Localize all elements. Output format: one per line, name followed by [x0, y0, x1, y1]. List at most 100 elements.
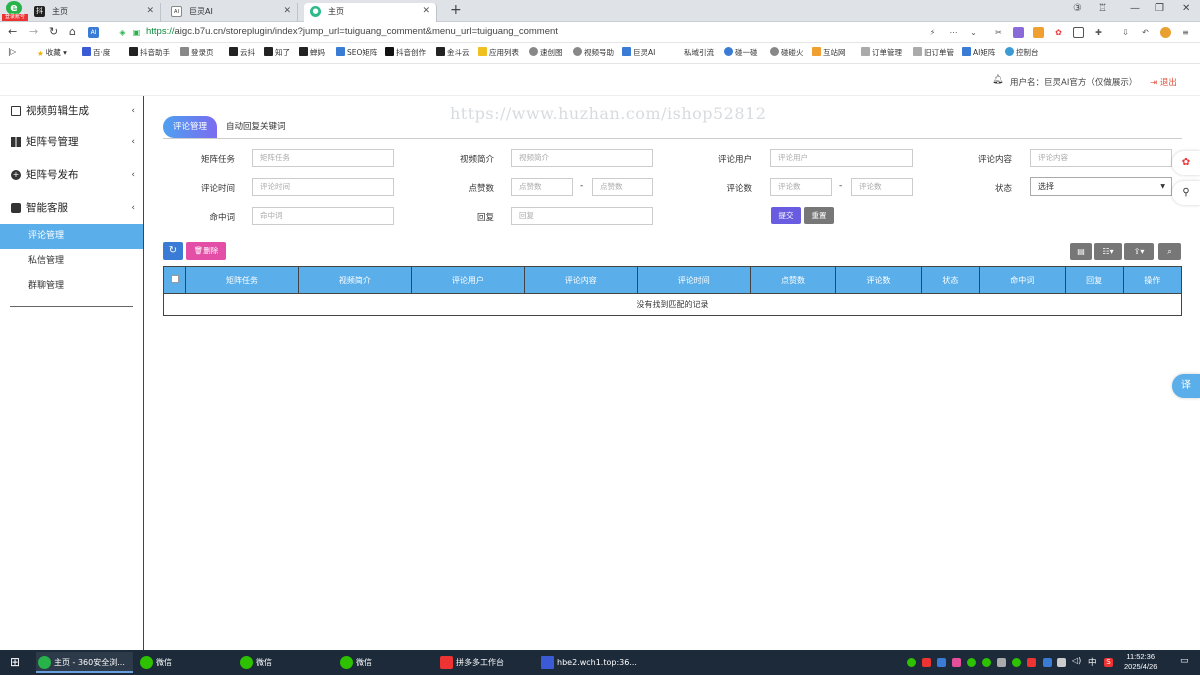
wechat-tray-icon[interactable]	[967, 658, 976, 667]
hit-word-input[interactable]: 命中词	[252, 207, 394, 225]
tab-home-1[interactable]: 抖 主页 ✕	[28, 3, 161, 22]
taskbar-clock[interactable]: 11:52:36 2025/4/26	[1124, 652, 1157, 672]
extension-icon[interactable]: ✿	[1053, 27, 1064, 38]
tab-comment-manage[interactable]: 评论管理	[163, 116, 218, 138]
taskbar-browser[interactable]: 主页 - 360安全浏...	[36, 652, 133, 673]
reload-icon[interactable]: ↻	[49, 25, 58, 38]
sidebar-item-smart-service[interactable]: 智能客服 ‹	[0, 195, 143, 221]
bookmark-item[interactable]: AI矩阵	[962, 47, 995, 58]
bookmark-item[interactable]: 互站网	[812, 47, 846, 58]
ime-indicator[interactable]: 中	[1088, 656, 1097, 668]
bookmark-item[interactable]: 登录页	[180, 47, 214, 58]
notification-icon[interactable]: ▭	[1180, 656, 1189, 666]
export-button[interactable]: ⇪▾	[1124, 243, 1154, 260]
tray-icon[interactable]	[1027, 658, 1036, 667]
shield-icon[interactable]: ◈	[117, 27, 128, 38]
taskbar-pinduoduo[interactable]: 拼多多工作台	[438, 652, 535, 673]
tray-icon[interactable]	[937, 658, 946, 667]
comment-count-min-input[interactable]: 评论数	[770, 178, 832, 196]
extension-icon[interactable]	[1073, 27, 1084, 38]
comment-count-max-input[interactable]: 评论数	[851, 178, 913, 196]
bookmark-item[interactable]: 控制台	[1005, 47, 1039, 58]
bookmark-item[interactable]: 蝉妈	[299, 47, 325, 58]
bookmark-item[interactable]: 云抖	[229, 47, 255, 58]
windows-start-icon[interactable]: ⊞	[4, 652, 20, 673]
chevron-down-icon[interactable]: ⌄	[968, 27, 979, 38]
tray-icon[interactable]	[1057, 658, 1066, 667]
column-header[interactable]: 状态	[920, 266, 980, 294]
maximize-icon[interactable]: ❐	[1155, 3, 1164, 14]
ai-shortcut-icon[interactable]: AI	[88, 27, 99, 38]
tray-icon[interactable]	[922, 658, 931, 667]
toggle-view-button[interactable]: ▤	[1070, 243, 1092, 260]
bell-icon[interactable]: 🔔︎	[992, 75, 1003, 85]
bookmark-item[interactable]: 巨灵AI	[622, 47, 655, 58]
comment-user-input[interactable]: 评论用户	[770, 149, 913, 167]
column-header[interactable]: 评论内容	[523, 266, 638, 294]
menu-icon[interactable]: ≡	[1180, 27, 1191, 38]
bookmark-item[interactable]: 抖音创作	[385, 47, 426, 58]
sidebar-item-group-manage[interactable]: 群聊管理	[0, 274, 143, 299]
column-header[interactable]: 评论时间	[636, 266, 751, 294]
refresh-button[interactable]: ↻	[163, 242, 183, 260]
sidebar-item-video-edit[interactable]: 视频剪辑生成 ‹	[0, 98, 143, 124]
close-window-icon[interactable]: ✕	[1182, 3, 1190, 14]
bookmark-item[interactable]: 旧订单管	[913, 47, 954, 58]
bookmark-item[interactable]: 私域引流	[684, 47, 714, 58]
bookmark-item[interactable]: 应用列表	[478, 47, 519, 58]
submit-button[interactable]: 提交	[771, 207, 801, 224]
sidebar-item-dm-manage[interactable]: 私信管理	[0, 249, 143, 274]
video-intro-input[interactable]: 视频简介	[511, 149, 653, 167]
bookmark-item[interactable]: 速创图	[529, 47, 563, 58]
select-all-checkbox-cell[interactable]	[163, 266, 186, 294]
bookmark-item[interactable]: 订单管理	[861, 47, 902, 58]
bookmark-item[interactable]: 百·度	[82, 47, 110, 58]
extension-icon[interactable]	[1013, 27, 1024, 38]
puzzle-icon[interactable]: ✚	[1093, 27, 1104, 38]
bookmark-item[interactable]: 碰一碰	[724, 47, 758, 58]
sidebar-item-matrix-account[interactable]: 矩阵号管理 ‹	[0, 129, 143, 155]
browser-logo-icon[interactable]: e 登录账号	[2, 1, 28, 21]
reset-button[interactable]: 重置	[804, 207, 834, 224]
column-header[interactable]: 视频简介	[297, 266, 412, 294]
taskbar-wechat-1[interactable]: 微信	[138, 652, 233, 673]
translate-tool-icon[interactable]: ⚲	[1172, 181, 1200, 205]
bookmark-item[interactable]: 碰碰火	[770, 47, 804, 58]
wechat-tray-icon[interactable]	[1012, 658, 1021, 667]
taskbar-remote[interactable]: hbe2.wch1.top:36...	[539, 652, 637, 673]
column-header[interactable]: 操作	[1122, 266, 1183, 294]
minimize-icon[interactable]: —	[1130, 3, 1140, 14]
wechat-tray-icon[interactable]	[982, 658, 991, 667]
reply-input[interactable]: 回复	[511, 207, 653, 225]
volume-icon[interactable]: ◁)	[1072, 656, 1081, 665]
column-header[interactable]: 回复	[1064, 266, 1124, 294]
bookmark-item[interactable]: 视频号助	[573, 47, 614, 58]
wechat-tray-icon[interactable]	[907, 658, 916, 667]
sidebar-item-matrix-publish[interactable]: + 矩阵号发布 ‹	[0, 162, 143, 188]
bookmark-item[interactable]: SEO矩阵	[336, 47, 377, 58]
tab-auto-reply[interactable]: 自动回复关键词	[216, 116, 296, 138]
likes-max-input[interactable]: 点赞数	[592, 178, 653, 196]
column-header[interactable]: 评论用户	[410, 266, 525, 294]
tab-home-active[interactable]: ● 主页 ✕	[304, 3, 437, 22]
column-header[interactable]: 矩阵任务	[185, 266, 299, 294]
home-icon[interactable]: ⌂	[69, 25, 76, 38]
undo-icon[interactable]: ↶	[1140, 27, 1151, 38]
close-icon[interactable]: ✕	[283, 3, 291, 20]
column-header[interactable]: 点赞数	[749, 266, 837, 294]
column-header[interactable]: 评论数	[835, 266, 922, 294]
bookmark-item[interactable]: 抖音助手	[129, 47, 170, 58]
bookmark-item[interactable]: 金斗云	[436, 47, 470, 58]
bluetooth-icon[interactable]	[1043, 658, 1052, 667]
close-icon[interactable]: ✕	[422, 3, 430, 20]
shirt-icon[interactable]: ♖	[1098, 3, 1107, 14]
column-header[interactable]: 命中词	[978, 266, 1066, 294]
new-tab-button[interactable]: +	[450, 2, 462, 18]
sidebar-item-comment-manage[interactable]: 评论管理	[0, 224, 143, 249]
logout-button[interactable]: ⇥ 退出	[1150, 76, 1177, 88]
profile-icon[interactable]	[1160, 27, 1171, 38]
sidebar-toggle-icon[interactable]: ③	[1073, 3, 1082, 14]
select-all-checkbox[interactable]	[170, 275, 179, 283]
forward-icon[interactable]: →	[29, 25, 38, 38]
extension-icon[interactable]	[1033, 27, 1044, 38]
